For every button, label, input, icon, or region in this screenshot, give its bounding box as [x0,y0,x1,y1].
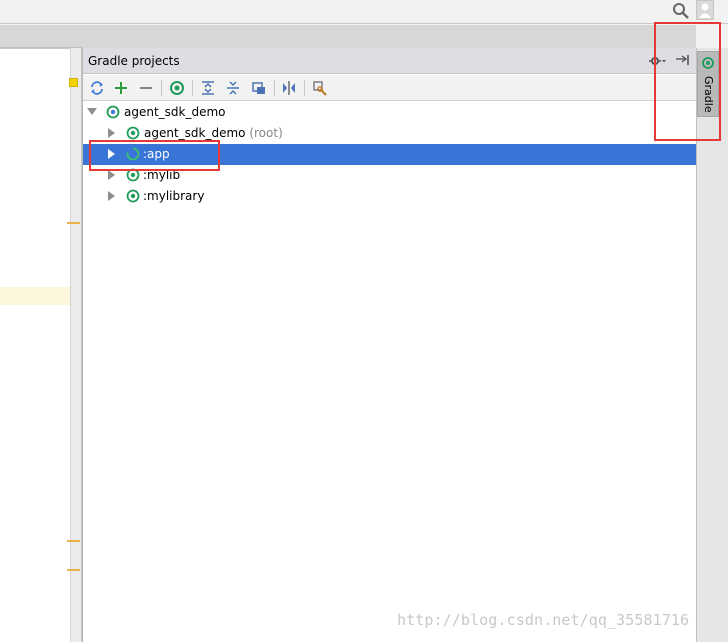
gradle-projects-panel: Gradle projects agent_sdk_demo agent_sdk… [82,48,697,642]
attach-project-icon[interactable] [249,78,269,98]
warning-indicator[interactable] [69,78,78,87]
scroll-marker[interactable] [67,540,80,542]
panel-header: Gradle projects [83,48,697,74]
tool-header-background [82,25,696,48]
execute-task-icon[interactable] [167,78,187,98]
gradle-module-icon [126,189,140,203]
annotation-box-app-node [89,140,220,171]
panel-toolbar [83,75,697,101]
settings-wrench-icon[interactable] [310,78,330,98]
editor-scroll-gutter[interactable] [70,48,82,642]
refresh-icon[interactable] [87,78,107,98]
tree-node-module[interactable]: :mylibrary [83,186,697,207]
scroll-marker[interactable] [67,569,80,571]
collapsed-arrow-icon[interactable] [107,128,117,138]
gradle-module-icon [126,126,140,140]
code-editor[interactable] [0,48,70,642]
collapse-all-icon[interactable] [223,78,243,98]
add-icon[interactable] [111,78,131,98]
editor-tab-strip [0,25,82,48]
tree-node-label: :mylibrary [143,189,205,203]
gradle-project-icon [106,105,120,119]
expand-all-icon[interactable] [198,78,218,98]
annotation-box-gradle-tab [654,22,721,141]
watermark-text: http://blog.csdn.net/qq_35581716 [397,611,690,629]
panel-title: Gradle projects [88,54,180,68]
collapsed-arrow-icon[interactable] [107,191,117,201]
tree-node-label: agent_sdk_demo [124,105,226,119]
expanded-arrow-icon[interactable] [87,107,97,117]
remove-icon[interactable] [136,78,156,98]
scroll-marker[interactable] [67,222,80,224]
toolbar-separator [274,80,275,96]
user-icon[interactable] [696,0,714,20]
toolbar-separator [161,80,162,96]
tree-node-label-wrap: agent_sdk_demo (root) [144,126,283,140]
top-toolbar [0,0,728,24]
tree-node-label: agent_sdk_demo [144,126,246,140]
current-line-highlight [0,287,70,305]
toolbar-separator [304,80,305,96]
root-suffix: (root) [245,126,283,140]
collapsed-arrow-icon[interactable] [107,170,117,180]
tree-node-root[interactable]: agent_sdk_demo [83,102,697,123]
search-icon[interactable] [671,1,691,21]
toggle-offline-icon[interactable] [279,78,299,98]
toolbar-separator [192,80,193,96]
